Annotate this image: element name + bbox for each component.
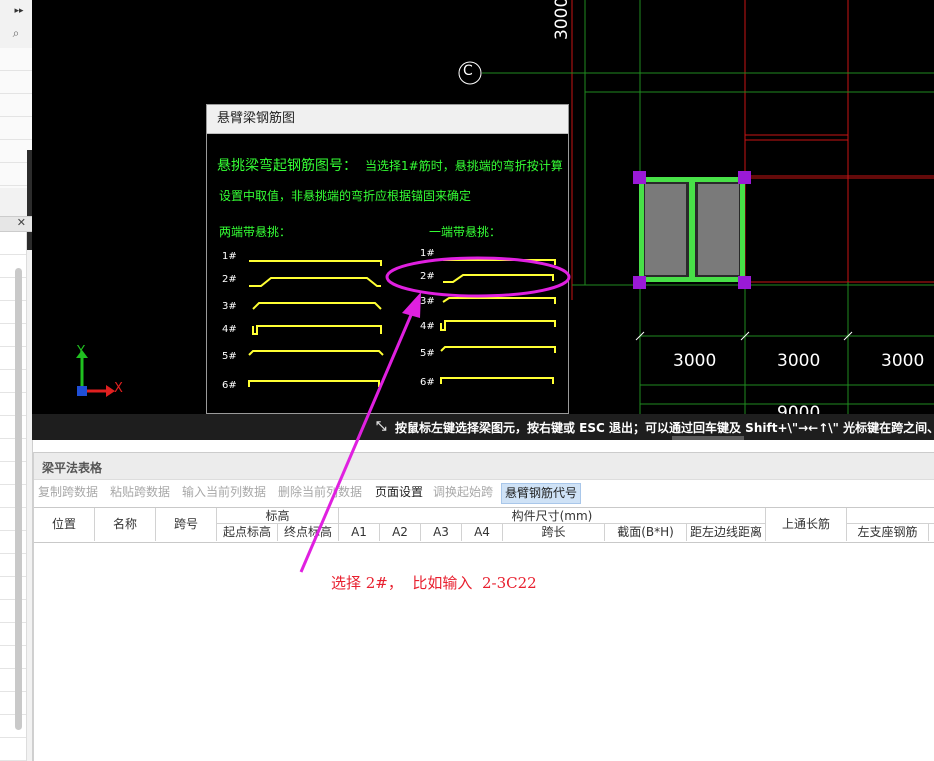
cantilever-rebar-dialog[interactable]: 悬臂梁钢筋图 悬挑梁弯起钢筋图号： 当选择1#筋时，悬挑端的弯折按计算 设置中取… [206, 104, 569, 414]
panel-title-bar: 梁平法表格 [34, 452, 934, 480]
view-tab-handle[interactable] [672, 436, 744, 440]
panel-title: 梁平法表格 [42, 461, 103, 475]
search-icon[interactable]: ⌕ [6, 26, 26, 44]
col-a1[interactable]: A1 [339, 524, 380, 541]
col-left-edge-distance[interactable]: 距左边线距离 [687, 524, 766, 541]
table-toolbar: 复制跨数据 粘贴跨数据 输入当前列数据 删除当前列数据 页面设置 调换起始跨 悬… [34, 480, 934, 504]
table-header: 位置 名称 跨号 标高 起点标高 终点标高 构件尺寸(mm) A1 A2 A3 … [34, 507, 934, 543]
page-setup-button[interactable]: 页面设置 [373, 483, 425, 502]
annotation-text: 选择 2#， 比如输入 2-3C22 [331, 574, 537, 592]
dimension-top-vertical: 3000 [552, 0, 572, 40]
status-bar: ⤡ 按鼠标左键选择梁图元，按右键或 ESC 退出；可以通过回车键及 Shift+… [32, 414, 934, 440]
col-a4[interactable]: A4 [462, 524, 503, 541]
col-dimensions[interactable]: 构件尺寸(mm) [339, 508, 766, 524]
input-current-column-button[interactable]: 输入当前列数据 [180, 483, 268, 502]
col-elev-end[interactable]: 终点标高 [278, 524, 339, 541]
col-a3[interactable]: A3 [421, 524, 462, 541]
col-section[interactable]: 截面(B*H) [605, 524, 687, 541]
col-left-support-group [847, 508, 934, 524]
axis-label-c: C [463, 63, 473, 79]
delete-current-column-button[interactable]: 删除当前列数据 [276, 483, 364, 502]
col-name[interactable]: 名称 [95, 508, 156, 541]
swap-start-span-button[interactable]: 调换起始跨 [431, 483, 495, 502]
col-position[interactable]: 位置 [34, 508, 95, 541]
left-scrollbar[interactable] [15, 268, 22, 730]
col-elevation[interactable]: 标高 [217, 508, 339, 524]
col-a2[interactable]: A2 [380, 524, 421, 541]
dimension-3: 3000 [881, 351, 925, 371]
status-text: 按鼠标左键选择梁图元，按右键或 ESC 退出；可以通过回车键及 Shift+\"… [395, 421, 934, 435]
ucs-x-label: X [114, 381, 123, 396]
ucs-y-label: Y [77, 344, 85, 359]
cantilever-rebar-code-button[interactable]: 悬臂钢筋代号 [501, 483, 582, 504]
dimension-2: 3000 [777, 351, 821, 371]
beam-table-panel: 梁平法表格 复制跨数据 粘贴跨数据 输入当前列数据 删除当前列数据 页面设置 调… [33, 452, 934, 761]
expand-arrows-icon[interactable]: ▸▸ [12, 4, 26, 18]
paste-span-data-button[interactable]: 粘贴跨数据 [108, 483, 172, 502]
left-list-bottom [0, 232, 27, 761]
rebar-shapes [248, 259, 556, 387]
col-top-through-rebar[interactable]: 上通长筋 [766, 508, 847, 541]
selected-column[interactable] [633, 171, 751, 289]
copy-span-data-button[interactable]: 复制跨数据 [36, 483, 100, 502]
left-list-header: ✕ [0, 216, 32, 232]
col-span-no[interactable]: 跨号 [156, 508, 217, 541]
col-elev-start[interactable]: 起点标高 [217, 524, 278, 541]
crosshair-icon: ⤡ [376, 419, 387, 434]
left-side-panel: ▸▸ ⌕ ✕ [0, 0, 33, 761]
col-left-support-rebar[interactable]: 左支座钢筋 [847, 524, 929, 541]
dimension-1: 3000 [673, 351, 717, 371]
col-span-length[interactable]: 跨长 [503, 524, 605, 541]
close-icon[interactable]: ✕ [17, 216, 26, 229]
